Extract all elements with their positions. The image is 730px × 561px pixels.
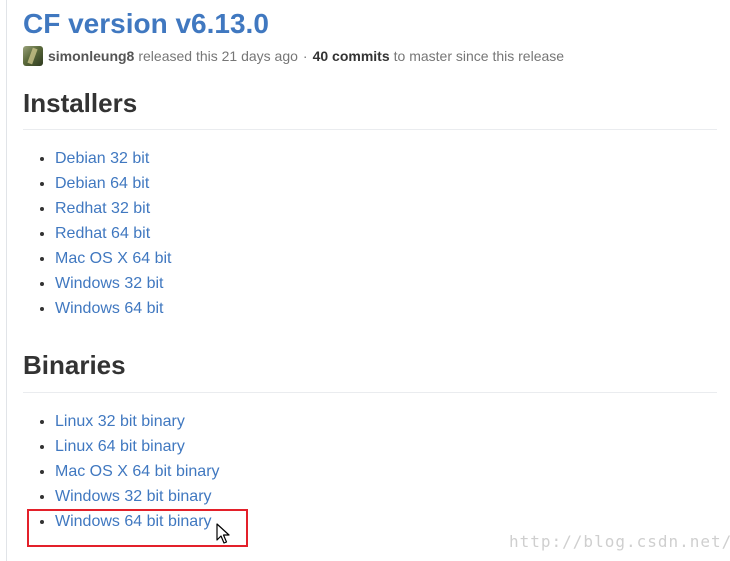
list-item: Mac OS X 64 bit [55, 246, 172, 271]
installers-heading-divider [23, 129, 717, 130]
installer-link-debian-64[interactable]: Debian 64 bit [55, 175, 149, 192]
author-avatar[interactable] [23, 46, 43, 66]
author-link[interactable]: simonleung8 [48, 48, 134, 64]
mouse-pointer-icon [216, 523, 230, 544]
released-text: released this 21 days ago [138, 48, 298, 64]
binaries-heading: Binaries [23, 350, 126, 380]
installers-list: Debian 32 bit Debian 64 bit Redhat 32 bi… [23, 146, 172, 321]
binaries-heading-divider [23, 392, 717, 393]
list-item: Linux 64 bit binary [55, 434, 220, 459]
watermark-text: http://blog.csdn.net/ [509, 532, 730, 551]
list-item: Linux 32 bit binary [55, 409, 220, 434]
release-meta: simonleung8 released this 21 days ago · … [23, 46, 564, 66]
list-item: Debian 64 bit [55, 171, 172, 196]
installer-link-windows-64[interactable]: Windows 64 bit [55, 300, 164, 317]
page-left-border [6, 0, 7, 561]
installer-link-windows-32[interactable]: Windows 32 bit [55, 275, 164, 292]
highlight-annotation-box [27, 509, 248, 547]
installers-heading: Installers [23, 88, 138, 118]
meta-separator: · [302, 48, 308, 64]
installer-link-macos-64[interactable]: Mac OS X 64 bit [55, 250, 172, 267]
commits-suffix: to master since this release [393, 48, 565, 64]
binary-link-windows-32[interactable]: Windows 32 bit binary [55, 488, 212, 505]
installer-link-redhat-64[interactable]: Redhat 64 bit [55, 225, 150, 242]
commits-link[interactable]: 40 commits [313, 48, 390, 64]
list-item: Redhat 64 bit [55, 221, 172, 246]
release-page: CF version v6.13.0 simonleung8 released … [0, 0, 730, 561]
installer-link-redhat-32[interactable]: Redhat 32 bit [55, 200, 150, 217]
binary-link-linux-64[interactable]: Linux 64 bit binary [55, 438, 185, 455]
list-item: Windows 32 bit [55, 271, 172, 296]
binary-link-linux-32[interactable]: Linux 32 bit binary [55, 413, 185, 430]
release-title[interactable]: CF version v6.13.0 [23, 4, 269, 44]
list-item: Redhat 32 bit [55, 196, 172, 221]
list-item: Windows 32 bit binary [55, 484, 220, 509]
list-item: Windows 64 bit [55, 296, 172, 321]
binary-link-macos-64[interactable]: Mac OS X 64 bit binary [55, 463, 220, 480]
list-item: Mac OS X 64 bit binary [55, 459, 220, 484]
installer-link-debian-32[interactable]: Debian 32 bit [55, 150, 149, 167]
list-item: Debian 32 bit [55, 146, 172, 171]
